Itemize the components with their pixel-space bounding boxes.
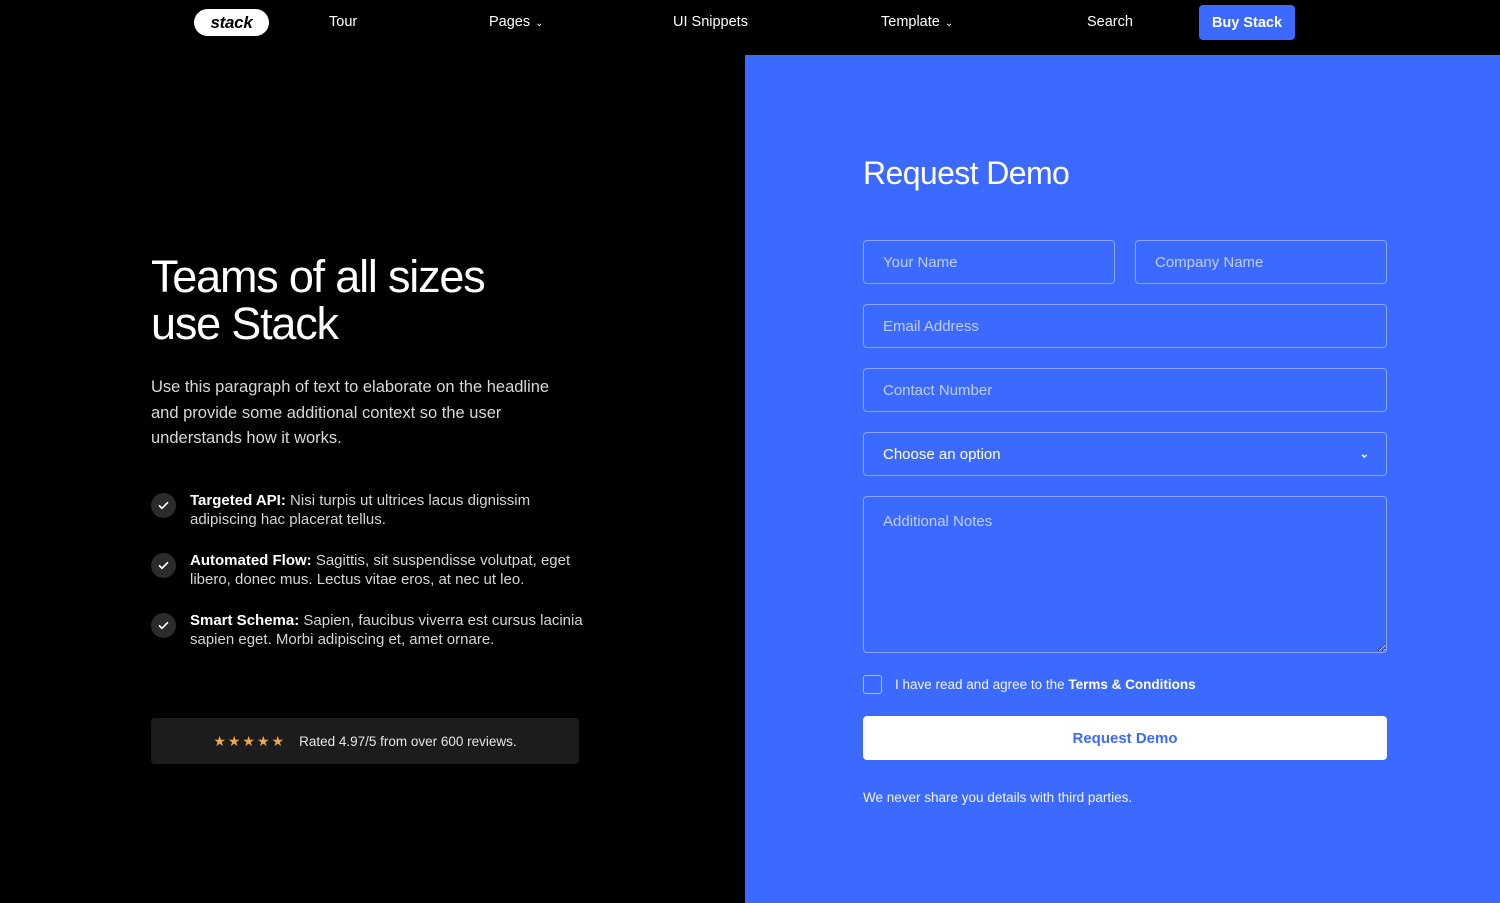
check-icon — [151, 552, 176, 578]
page-title: Teams of all sizes use Stack — [151, 251, 486, 349]
option-select[interactable]: Choose an option — [863, 432, 1387, 476]
feature-title: Automated Flow: — [190, 551, 312, 569]
list-item: Smart Schema: Sapien, faucibus viverra e… — [151, 611, 591, 650]
terms-checkbox[interactable] — [863, 675, 882, 694]
logo[interactable]: stack — [194, 9, 269, 36]
chevron-down-icon: ⌄ — [944, 17, 954, 29]
feature-text: Targeted API: Nisi turpis ut ultrices la… — [190, 491, 587, 530]
nav-item-template-label: Template — [881, 14, 940, 30]
email-row — [863, 304, 1387, 348]
hero-paragraph: Use this paragraph of text to elaborate … — [151, 378, 550, 447]
nav-item-pages[interactable]: Pages ⌄ — [489, 14, 544, 30]
list-item: Automated Flow: Sagittis, sit suspendiss… — [151, 551, 591, 590]
option-select-value: Choose an option — [883, 445, 1001, 463]
feature-title: Targeted API: — [190, 491, 286, 509]
hero-panel: Teams of all sizes use Stack Use this pa… — [0, 55, 745, 903]
terms-row: I have read and agree to the Terms & Con… — [863, 675, 1387, 694]
additional-notes-textarea[interactable] — [863, 496, 1387, 653]
feature-text: Automated Flow: Sagittis, sit suspendiss… — [190, 551, 587, 590]
nav-item-tour[interactable]: Tour — [329, 14, 357, 30]
feature-text: Smart Schema: Sapien, faucibus viverra e… — [190, 611, 587, 650]
option-select-wrap: Choose an option ⌄ — [863, 432, 1387, 476]
terms-label: I have read and agree to the Terms & Con… — [895, 677, 1196, 692]
rating-badge: ★★★★★ Rated 4.97/5 from over 600 reviews… — [151, 718, 579, 764]
nav-item-tour-label: Tour — [329, 14, 358, 30]
star-rating-icon: ★★★★★ — [213, 732, 287, 749]
contact-number-input[interactable] — [863, 368, 1387, 412]
email-address-input[interactable] — [863, 304, 1387, 348]
list-item: Targeted API: Nisi turpis ut ultrices la… — [151, 491, 591, 530]
name-company-row — [863, 240, 1387, 284]
request-demo-submit-button[interactable]: Request Demo — [863, 716, 1387, 760]
form-panel: Request Demo Choose an option ⌄ I have r… — [745, 55, 1500, 903]
top-navbar: stack Tour Pages ⌄ UI Snippets Template … — [0, 0, 1500, 55]
privacy-note: We never share you details with third pa… — [863, 790, 1133, 805]
feature-title: Smart Schema: — [190, 611, 300, 629]
nav-item-search-label: Search — [1087, 14, 1133, 30]
nav-item-search[interactable]: Search — [1087, 14, 1133, 30]
form-title: Request Demo — [863, 155, 1070, 191]
chevron-down-icon: ⌄ — [535, 17, 544, 29]
nav-item-ui-snippets-label: UI Snippets — [673, 14, 748, 30]
hero-content: Teams of all sizes use Stack Use this pa… — [151, 253, 591, 671]
phone-row — [863, 368, 1387, 412]
check-icon — [151, 612, 176, 638]
feature-list: Targeted API: Nisi turpis ut ultrices la… — [151, 491, 591, 650]
terms-prefix: I have read and agree to the — [895, 677, 1069, 692]
buy-stack-button[interactable]: Buy Stack — [1199, 5, 1295, 40]
check-icon — [151, 492, 176, 518]
nav-item-ui-snippets[interactable]: UI Snippets — [673, 14, 748, 30]
logo-text: stack — [210, 12, 253, 32]
nav-item-template[interactable]: Template ⌄ — [881, 14, 953, 30]
your-name-input[interactable] — [863, 240, 1115, 284]
nav-item-pages-label: Pages — [489, 14, 531, 30]
terms-link[interactable]: Terms & Conditions — [1068, 677, 1195, 692]
company-name-input[interactable] — [1135, 240, 1387, 284]
rating-text: Rated 4.97/5 from over 600 reviews. — [299, 733, 517, 749]
request-demo-form: Request Demo Choose an option ⌄ I have r… — [863, 155, 1387, 805]
